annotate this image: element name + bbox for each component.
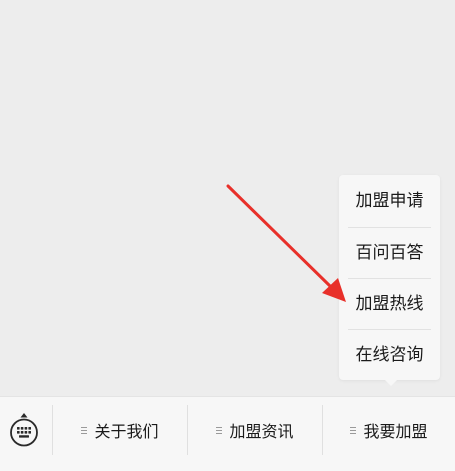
submenu-item-join-apply[interactable]: 加盟申请: [348, 176, 431, 226]
menu-lines-icon: [81, 426, 88, 434]
submenu-item-faq[interactable]: 百问百答: [348, 227, 431, 278]
menu-tab-join-us[interactable]: 我要加盟: [323, 397, 455, 463]
submenu-item-hotline[interactable]: 加盟热线: [348, 278, 431, 329]
keyboard-icon: [10, 413, 38, 447]
menu-lines-icon: [216, 426, 223, 434]
menu-tab-join-news[interactable]: 加盟资讯: [188, 397, 322, 463]
menu-tab-label: 加盟资讯: [229, 422, 294, 441]
menu-lines-icon: [350, 426, 357, 434]
bottom-menu-bar: 关于我们 加盟资讯 我要加盟: [0, 396, 455, 471]
menu-tab-label: 我要加盟: [363, 422, 428, 441]
submenu-popup: 加盟申请 百问百答 加盟热线 在线咨询: [339, 175, 440, 380]
submenu-item-online-consult[interactable]: 在线咨询: [348, 329, 431, 380]
menu-tab-label: 关于我们: [94, 422, 159, 441]
menu-tab-about-us[interactable]: 关于我们: [53, 397, 187, 463]
keyboard-toggle-button[interactable]: [0, 397, 52, 471]
submenu-caret: [384, 379, 398, 386]
